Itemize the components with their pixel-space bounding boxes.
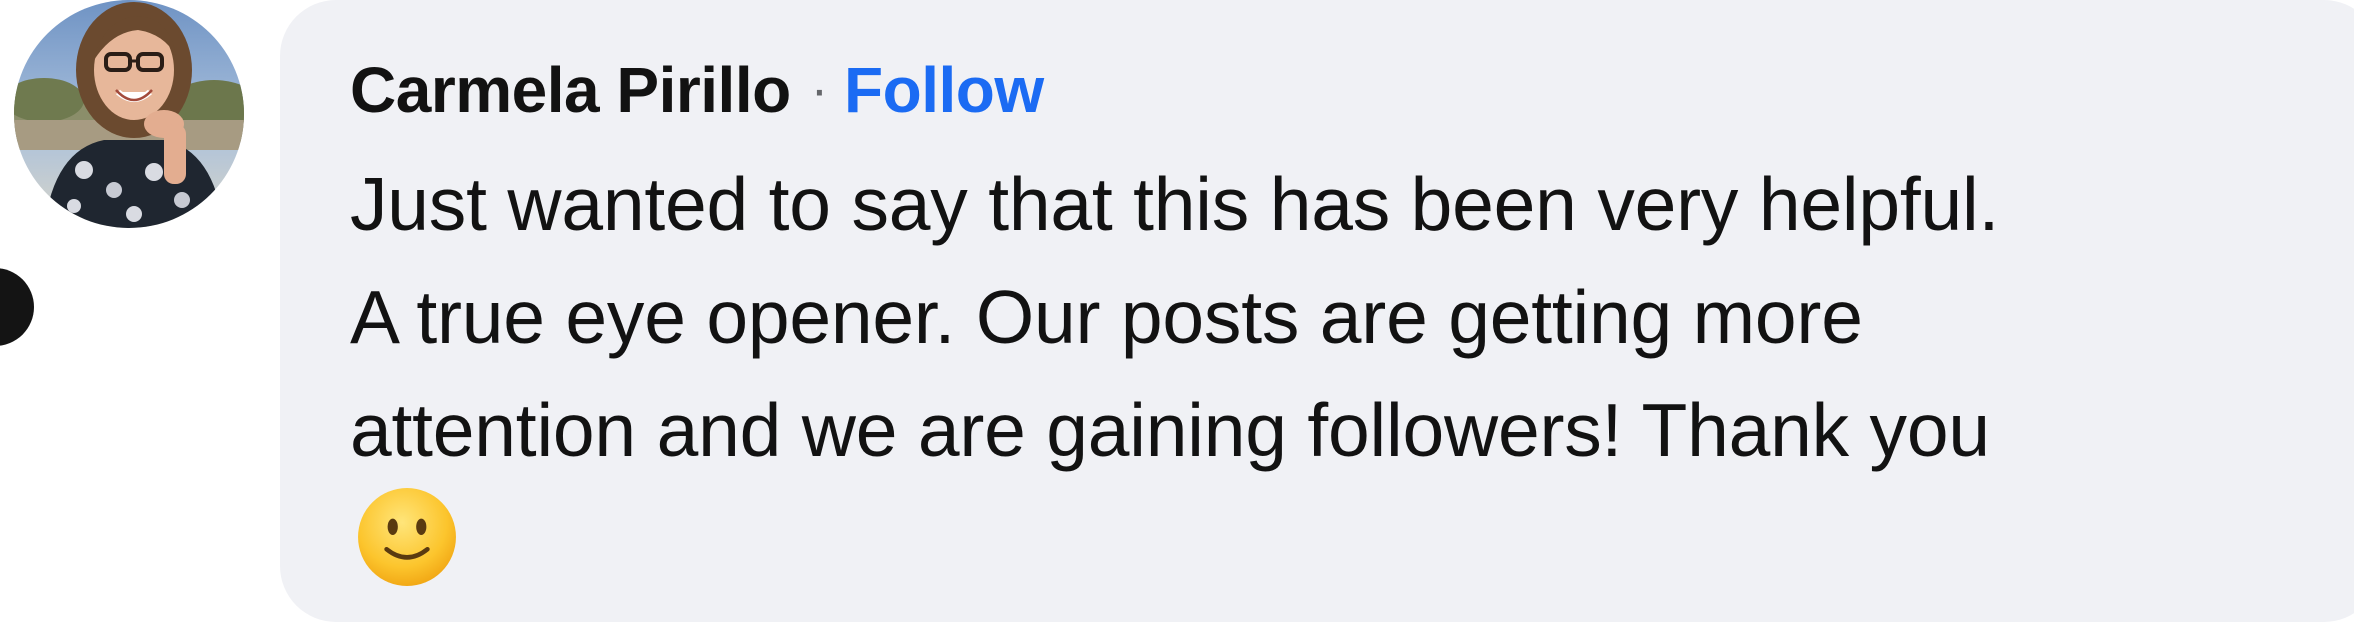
comment-line: Just wanted to say that this has been ve… xyxy=(350,162,2000,246)
slightly-smiling-face-icon xyxy=(356,486,458,588)
separator-dot: · xyxy=(810,61,829,119)
comment-header: Carmela Pirillo · Follow xyxy=(350,50,1044,130)
author-name[interactable]: Carmela Pirillo xyxy=(350,53,791,127)
avatar[interactable] xyxy=(14,0,244,228)
profile-photo xyxy=(14,0,244,228)
comment-line: attention and we are gaining followers! … xyxy=(350,388,1990,472)
follow-button[interactable]: Follow xyxy=(844,53,1044,127)
comment-text: Just wanted to say that this has been ve… xyxy=(350,148,2350,487)
reaction-badge-icon xyxy=(0,268,34,346)
comment-line: A true eye opener. Our posts are getting… xyxy=(350,275,1863,359)
